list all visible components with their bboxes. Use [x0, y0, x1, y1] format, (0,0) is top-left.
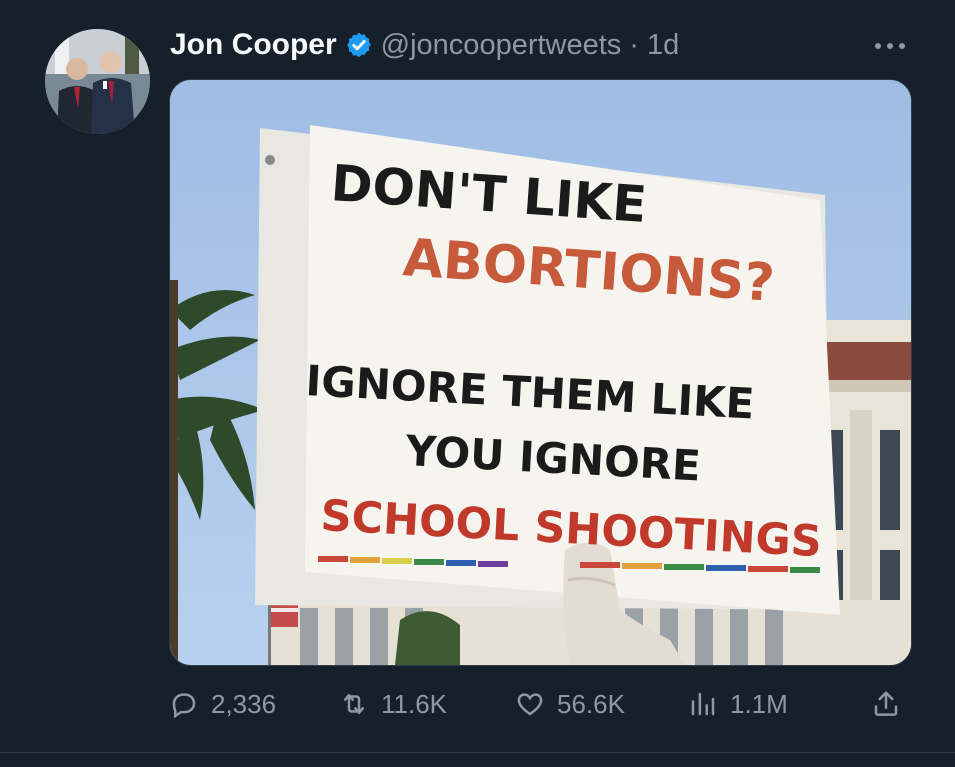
author-name[interactable]: Jon Cooper	[170, 28, 337, 62]
like-count: 56.6K	[557, 688, 625, 719]
divider	[0, 752, 955, 753]
tweet-actions: 2,336 11.6K 56.6K 1.1M	[169, 683, 910, 725]
avatar-image	[45, 29, 150, 134]
tweet-header: Jon Cooper @joncoopertweets · 1d	[170, 22, 679, 68]
reply-count: 2,336	[211, 688, 277, 719]
view-count: 1.1M	[730, 688, 788, 719]
heart-icon	[517, 693, 543, 716]
share-icon	[874, 691, 898, 716]
verified-badge-icon	[346, 32, 371, 58]
more-horizontal-icon[interactable]	[873, 30, 907, 58]
retweet-button[interactable]: 11.6K	[339, 683, 447, 725]
retweet-icon	[344, 694, 364, 714]
reply-icon	[172, 693, 196, 719]
reply-button[interactable]: 2,336	[169, 683, 276, 725]
author-handle[interactable]: @joncoopertweets	[381, 29, 622, 62]
protest-sign-photo: DON'T LIKE ABORTIONS? IGNORE THEM LIKE Y…	[170, 80, 911, 665]
author-avatar[interactable]	[45, 29, 150, 134]
views-button[interactable]: 1.1M	[688, 683, 788, 725]
retweet-count: 11.6K	[381, 688, 448, 719]
tweet-timestamp[interactable]: 1d	[647, 29, 679, 62]
like-button[interactable]: 56.6K	[515, 683, 625, 725]
tweet-photo[interactable]: DON'T LIKE ABORTIONS? IGNORE THEM LIKE Y…	[169, 79, 912, 666]
views-chart-icon	[691, 692, 715, 716]
share-button[interactable]	[871, 683, 901, 725]
meta-separator: ·	[629, 28, 639, 61]
